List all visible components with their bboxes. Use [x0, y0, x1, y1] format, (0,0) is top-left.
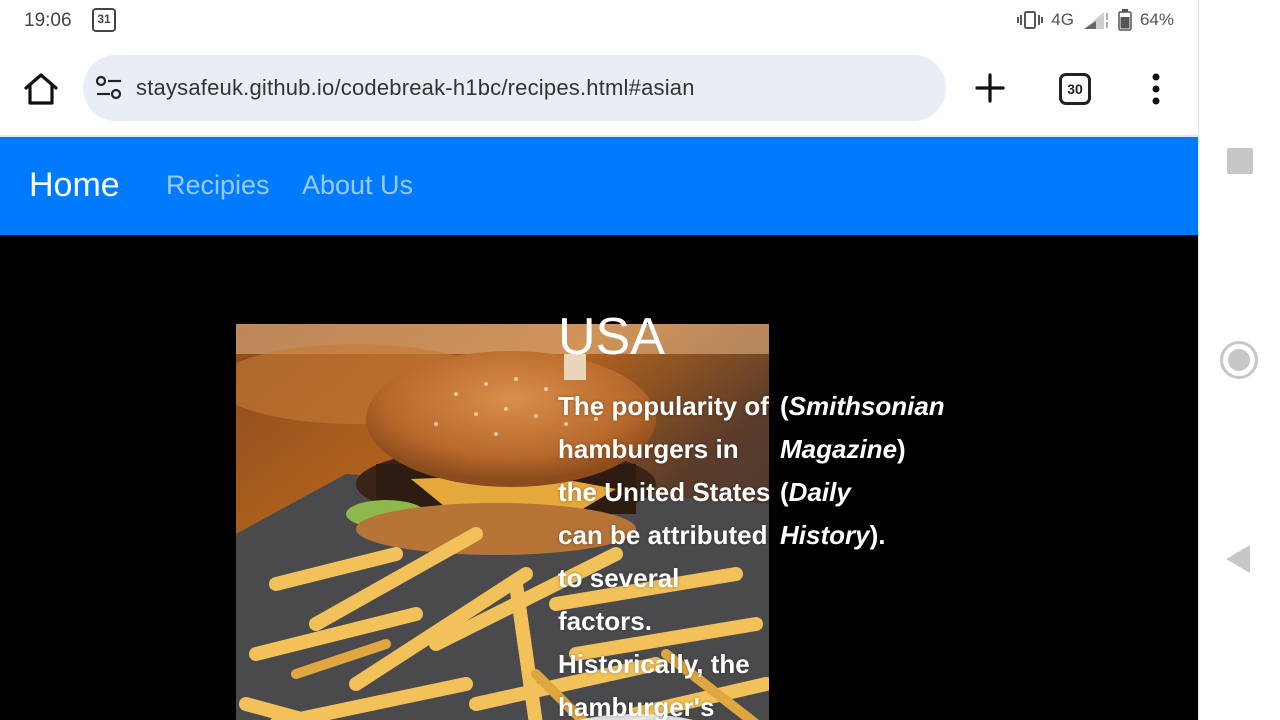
more-menu-icon[interactable]	[1148, 72, 1164, 106]
body-line: the United States	[558, 477, 771, 507]
home-icon[interactable]	[22, 70, 60, 108]
status-time: 19:06	[24, 10, 72, 31]
citation-line: (Daily	[780, 477, 851, 507]
back-icon[interactable]	[1226, 545, 1250, 573]
nav-link-recipes[interactable]: Recipies	[166, 170, 270, 201]
status-bar: 19:06 31 4G 64%	[0, 0, 1198, 42]
signal-icon	[1083, 12, 1108, 29]
url-text[interactable]: staysafeuk.github.io/codebreak-h1bc/reci…	[136, 75, 695, 101]
network-type: 4G	[1051, 10, 1074, 29]
citation-line: History).	[780, 520, 886, 550]
tab-switcher-icon[interactable]: 30	[1059, 73, 1091, 105]
browser-toolbar: staysafeuk.github.io/codebreak-h1bc/reci…	[0, 42, 1198, 137]
vibrate-icon	[1017, 11, 1044, 29]
citation-source: Smithsonian	[788, 391, 945, 421]
article-heading: USA	[558, 308, 665, 366]
citation-line: (Smithsonian	[780, 391, 945, 421]
body-line: hamburgers in	[558, 434, 739, 464]
nav-brand-home[interactable]: Home	[29, 166, 120, 205]
citation-source: Magazine	[780, 434, 898, 464]
citation-source: Daily	[788, 477, 851, 507]
body-line: The popularity of	[558, 391, 769, 421]
body-line: to several	[558, 563, 680, 593]
site-settings-icon[interactable]	[95, 75, 123, 101]
recents-icon[interactable]	[1227, 148, 1253, 174]
battery-icon	[1118, 9, 1132, 31]
body-line: hamburger's	[558, 692, 715, 720]
battery-percent: 64%	[1139, 10, 1174, 29]
citation-source: History	[780, 520, 870, 550]
citation-line: Magazine)	[780, 434, 906, 464]
status-icons: 4G 64%	[1017, 9, 1174, 31]
address-bar[interactable]: staysafeuk.github.io/codebreak-h1bc/reci…	[83, 55, 946, 121]
body-line: Historically, the	[558, 649, 750, 679]
body-line: can be attributed	[558, 520, 768, 550]
site-navbar: Home Recipies About Us	[0, 137, 1198, 235]
nav-link-about-us[interactable]: About Us	[302, 170, 413, 201]
recipe-section: USA The popularity of hamburgers in the …	[0, 235, 1198, 720]
phone-screen: 19:06 31 4G 64% staysafeuk.github.io/cod…	[0, 0, 1198, 720]
body-line: factors.	[558, 606, 652, 636]
new-tab-icon[interactable]	[972, 70, 1008, 106]
article-body: The popularity of hamburgers in the Unit…	[558, 385, 780, 720]
citations-column: (Smithsonian Magazine) (Daily History).	[780, 385, 980, 557]
home-button-icon[interactable]	[1220, 341, 1258, 379]
calendar-icon: 31	[92, 8, 116, 32]
system-nav-bar	[1198, 0, 1280, 720]
